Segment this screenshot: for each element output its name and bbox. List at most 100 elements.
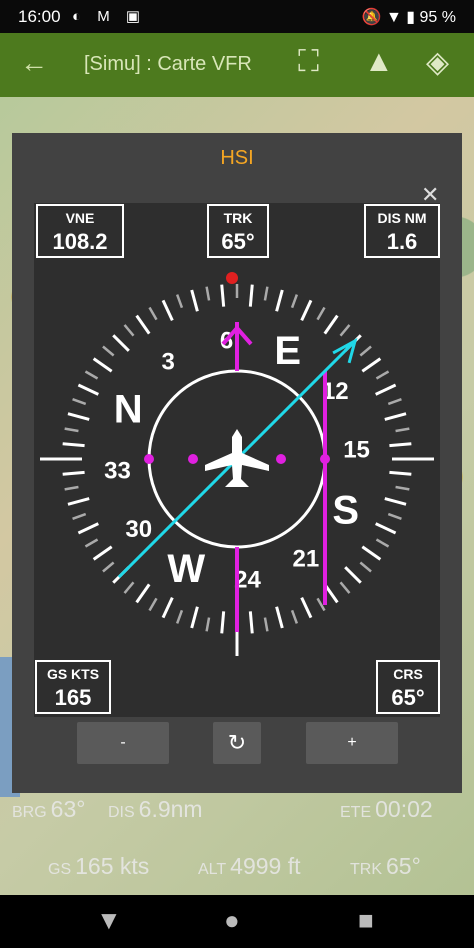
- cardinal-W: W: [167, 547, 205, 591]
- compass-tick: [361, 357, 382, 373]
- compass-tick: [62, 442, 85, 448]
- compass-tick: [175, 294, 184, 309]
- compass-tick: [220, 284, 226, 307]
- battery-icon: ▮: [406, 9, 416, 26]
- compass-tick: [389, 470, 412, 476]
- compass-tick: [300, 597, 313, 619]
- compass-tick: [67, 412, 90, 421]
- compass-tick: [361, 545, 382, 561]
- compass-tick: [161, 299, 174, 321]
- compass-tick: [384, 497, 407, 506]
- compass-tick: [339, 324, 351, 337]
- compass-number: 3: [161, 349, 174, 376]
- compass-tick: [135, 314, 151, 335]
- compass-tick: [359, 561, 372, 573]
- navigation-arrow-icon[interactable]: ▲: [364, 45, 394, 79]
- compass-tick: [375, 538, 390, 548]
- fullscreen-icon[interactable]: ⛶: [298, 45, 319, 79]
- cardinal-N: N: [114, 387, 143, 431]
- compass-tick: [190, 606, 199, 629]
- compass-tick: [92, 545, 113, 561]
- reset-button[interactable]: ↻: [213, 722, 261, 764]
- trk-info: TRK 65°: [350, 853, 421, 879]
- compass-tick: [375, 370, 390, 380]
- cardinal-S: S: [332, 489, 359, 533]
- compass-tick: [323, 314, 339, 335]
- vne-label: VNE: [65, 210, 95, 226]
- compass-tick: [275, 289, 284, 312]
- compass-tick: [263, 617, 269, 632]
- compass-tick: [248, 284, 254, 307]
- status-bar: 16:00 ◐ M ▣ 🔕 ▼ ▮ 95 %: [0, 0, 474, 33]
- wifi-icon: ▼: [385, 9, 402, 26]
- dialog-title: HSI: [220, 147, 254, 169]
- heading-bug-marker: [226, 272, 238, 284]
- compass-tick: [77, 383, 99, 396]
- vne-value: 108.2: [52, 229, 108, 254]
- system-nav-bar: ▼ ● ■: [0, 895, 474, 948]
- rotate-icon: ↻: [227, 730, 247, 755]
- nav-home-icon[interactable]: ●: [224, 905, 240, 936]
- mute-icon: 🔕: [361, 9, 382, 26]
- compass-tick: [72, 512, 87, 521]
- dis-value: 1.6: [386, 229, 418, 254]
- compass-number: 33: [104, 457, 131, 484]
- compass-tick: [112, 334, 130, 352]
- compass-tick: [62, 470, 85, 476]
- compass-tick: [84, 370, 99, 380]
- compass-tick: [384, 412, 407, 421]
- dis-box: DIS NM 1.6: [364, 204, 440, 258]
- arrow-left-icon[interactable]: ←: [20, 47, 48, 79]
- nav-recents-icon[interactable]: ■: [358, 905, 374, 936]
- crs-label: CRS: [393, 666, 423, 682]
- layers-icon[interactable]: ◈: [426, 45, 449, 80]
- compass-tick: [389, 442, 412, 448]
- battery-percent: 95 %: [419, 9, 456, 26]
- compass-tick: [387, 397, 402, 406]
- gs-box: GS KTS 165: [35, 660, 111, 714]
- hsi-instrument: N E S W 3 6 12 15 21 24 30 33 VNE 108.2 TRK 65° DIS…: [34, 203, 440, 717]
- gs-value: 165: [54, 685, 92, 710]
- compass-tick: [248, 611, 254, 634]
- compass-tick: [135, 583, 151, 604]
- compass-tick: [175, 609, 184, 624]
- compass-tick: [190, 289, 199, 312]
- compass-number: 21: [292, 545, 319, 572]
- compass-tick: [344, 566, 362, 584]
- trk-box: TRK 65°: [207, 204, 269, 258]
- compass-tick: [77, 522, 99, 535]
- cardinal-E: E: [274, 329, 301, 373]
- deviation-dot: [144, 454, 154, 464]
- compass-tick: [148, 597, 158, 612]
- compass-tick: [123, 581, 135, 594]
- notification-icons: ◐ M ▣: [72, 8, 147, 25]
- dis-label: DIS NM: [377, 210, 427, 226]
- crs-box: CRS 65°: [376, 660, 440, 714]
- compass-tick: [290, 609, 299, 624]
- compass-tick: [148, 306, 158, 321]
- compass-tick: [339, 581, 351, 594]
- compass-tick: [290, 294, 299, 309]
- compass-tick: [316, 306, 326, 321]
- ete-info: ETE 00:02: [340, 796, 433, 822]
- compass-tick: [205, 286, 211, 301]
- deviation-dot: [188, 454, 198, 464]
- brg-info: BRG 63°: [12, 796, 86, 822]
- app-bar: ← [Simu] : Carte VFR ⛶ ▲ ◈: [0, 33, 474, 97]
- minus-button[interactable]: -: [77, 722, 169, 764]
- status-right: 🔕 ▼ ▮ 95 %: [362, 7, 456, 27]
- gs-info: GS 165 kts: [48, 853, 150, 879]
- vne-box: VNE 108.2: [36, 204, 124, 258]
- alt-info: ALT 4999 ft: [198, 853, 301, 879]
- compass-rose: NESW36121521243033: [40, 272, 434, 656]
- compass-tick: [300, 299, 313, 321]
- compass-number: 30: [125, 516, 152, 543]
- compass-tick: [67, 497, 90, 506]
- page-title: [Simu] : Carte VFR: [84, 53, 252, 75]
- plus-button[interactable]: +: [306, 722, 398, 764]
- gs-label: GS KTS: [46, 666, 100, 682]
- compass-tick: [275, 606, 284, 629]
- nav-back-icon[interactable]: ▼: [96, 905, 122, 936]
- deviation-dot: [276, 454, 286, 464]
- compass-tick: [72, 397, 87, 406]
